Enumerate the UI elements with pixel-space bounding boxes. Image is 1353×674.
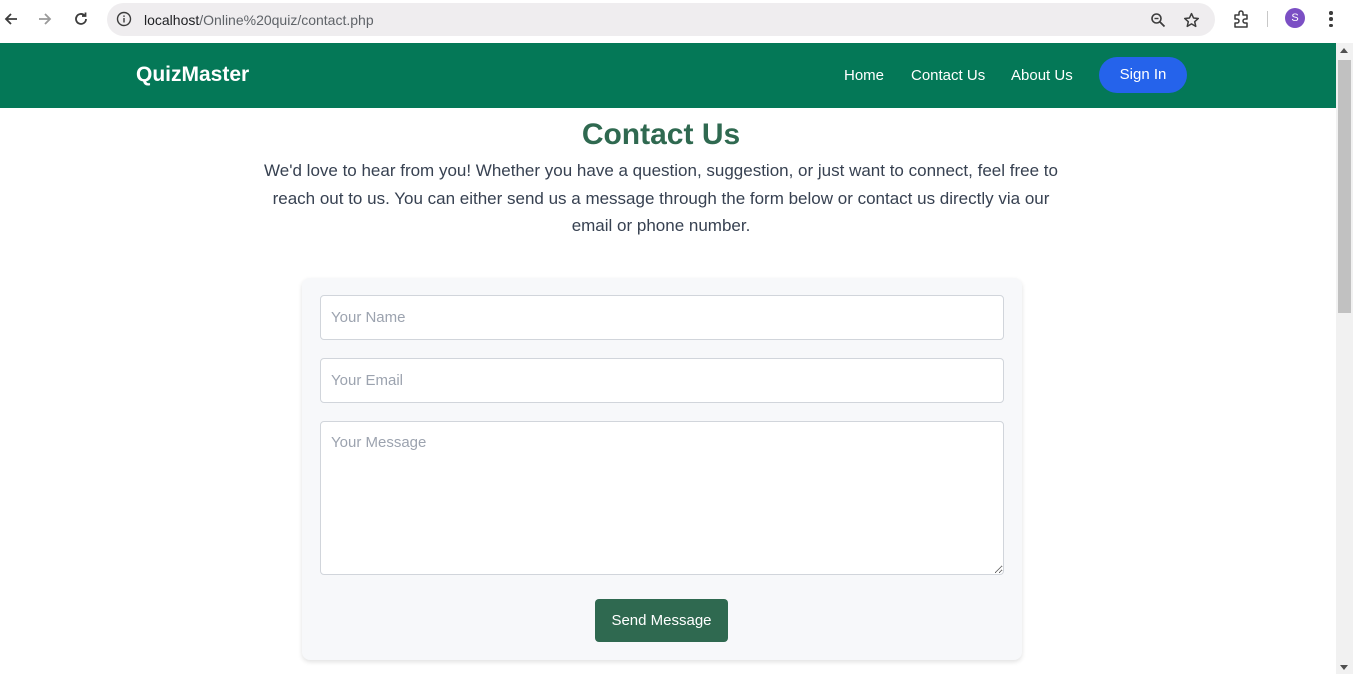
contact-form: Send Message bbox=[302, 278, 1022, 660]
nav-link-contact[interactable]: Contact Us bbox=[911, 67, 985, 84]
reload-icon[interactable] bbox=[70, 8, 92, 30]
forward-icon[interactable] bbox=[34, 8, 56, 30]
scroll-up-icon[interactable] bbox=[1340, 48, 1348, 53]
toolbar-divider bbox=[1267, 11, 1268, 27]
nav-link-about[interactable]: About Us bbox=[1011, 67, 1073, 84]
address-bar[interactable]: localhost/Online%20quiz/contact.php bbox=[107, 3, 1215, 36]
page-title: Contact Us bbox=[581, 118, 741, 151]
scroll-down-icon[interactable] bbox=[1340, 665, 1348, 670]
profile-avatar[interactable]: S bbox=[1285, 8, 1305, 28]
url-text[interactable]: localhost/Online%20quiz/contact.php bbox=[144, 12, 374, 28]
url-host: localhost bbox=[144, 12, 200, 28]
message-field[interactable] bbox=[320, 421, 1004, 575]
browser-menu-icon[interactable] bbox=[1322, 9, 1340, 29]
intro-text: We'd love to hear from you! Whether you … bbox=[264, 161, 1058, 235]
zoom-icon[interactable] bbox=[1149, 11, 1167, 29]
email-field[interactable] bbox=[320, 358, 1004, 403]
site-info-icon[interactable] bbox=[116, 11, 132, 27]
back-icon[interactable] bbox=[0, 8, 22, 30]
name-field[interactable] bbox=[320, 295, 1004, 340]
extensions-icon[interactable] bbox=[1231, 9, 1251, 29]
bookmark-star-icon[interactable] bbox=[1182, 11, 1200, 29]
scrollbar-thumb[interactable] bbox=[1338, 60, 1351, 313]
brand-logo[interactable]: QuizMaster bbox=[136, 63, 249, 87]
sign-in-button[interactable]: Sign In bbox=[1099, 57, 1187, 93]
page-content: QuizMaster Home Contact Us About Us Sign… bbox=[0, 43, 1336, 674]
site-navbar: QuizMaster Home Contact Us About Us Sign… bbox=[0, 43, 1336, 108]
page-scrollbar[interactable] bbox=[1336, 43, 1353, 674]
send-message-button[interactable]: Send Message bbox=[595, 599, 728, 642]
browser-toolbar: localhost/Online%20quiz/contact.php S bbox=[0, 0, 1353, 43]
nav-link-home[interactable]: Home bbox=[844, 67, 884, 84]
url-path: /Online%20quiz/contact.php bbox=[199, 12, 374, 28]
